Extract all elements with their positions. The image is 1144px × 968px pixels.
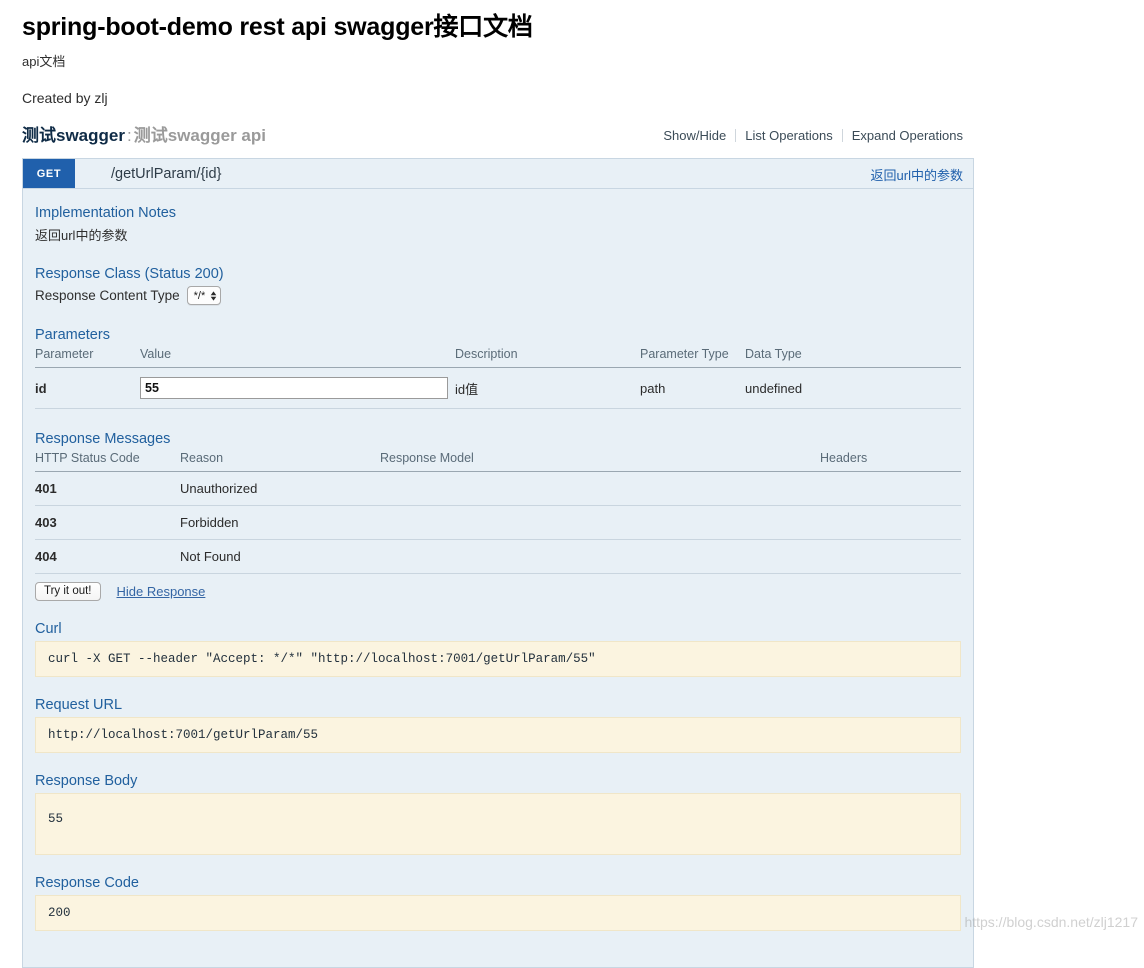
- response-messages-table: HTTP Status Code Reason Response Model H…: [35, 451, 961, 574]
- status-model: [380, 539, 820, 574]
- request-url-title: Request URL: [35, 697, 123, 713]
- operation-body: Implementation Notes 返回url中的参数 Response …: [23, 189, 973, 967]
- operation-header-bar[interactable]: GET /getUrlParam/{id} 返回url中的参数: [23, 159, 973, 189]
- response-content-type-label: Response Content Type: [35, 288, 180, 303]
- th-data-type: Data Type: [745, 347, 961, 368]
- parameters-title: Parameters: [35, 327, 110, 343]
- watermark: https://blog.csdn.net/zlj1217: [964, 914, 1138, 930]
- th-parameter: Parameter: [35, 347, 140, 368]
- response-messages-table-body: 401 Unauthorized 403 Forbidden 404 Not F…: [35, 471, 961, 574]
- curl-command: curl -X GET --header "Accept: */*" "http…: [35, 641, 961, 677]
- operation-block: GET /getUrlParam/{id} 返回url中的参数 Implemen…: [22, 158, 974, 968]
- status-reason: Not Found: [180, 539, 380, 574]
- response-messages-title: Response Messages: [35, 431, 171, 447]
- th-parameter-type: Parameter Type: [640, 347, 745, 368]
- th-value: Value: [140, 347, 455, 368]
- operation-path[interactable]: /getUrlParam/{id}: [75, 166, 221, 182]
- status-headers: [820, 539, 961, 574]
- show-hide-link[interactable]: Show/Hide: [654, 128, 735, 143]
- response-code-title: Response Code: [35, 875, 139, 891]
- resource-header: 测试swagger: 测试swagger api Show/Hide List Op…: [0, 126, 1144, 152]
- parameter-data-type: undefined: [745, 367, 961, 409]
- status-model: [380, 505, 820, 540]
- parameter-type: path: [640, 367, 745, 409]
- table-row: 404 Not Found: [35, 539, 961, 574]
- page-title: spring-boot-demo rest api swagger接口文档: [22, 13, 533, 41]
- resource-separator: :: [126, 125, 132, 145]
- list-operations-link[interactable]: List Operations: [736, 128, 841, 143]
- table-row: 401 Unauthorized: [35, 471, 961, 506]
- status-reason: Forbidden: [180, 505, 380, 540]
- status-headers: [820, 505, 961, 540]
- response-content-type-row: Response Content Type */*: [35, 286, 961, 305]
- implementation-notes-title: Implementation Notes: [35, 205, 177, 221]
- page-header: spring-boot-demo rest api swagger接口文档 ap…: [0, 0, 1144, 106]
- status-code: 403: [35, 505, 180, 540]
- resource-name[interactable]: 测试swagger: [22, 126, 125, 145]
- th-http-status-code: HTTP Status Code: [35, 451, 180, 472]
- status-code: 404: [35, 539, 180, 574]
- table-header-row: HTTP Status Code Reason Response Model H…: [35, 451, 961, 472]
- implementation-notes-text: 返回url中的参数: [35, 228, 128, 243]
- resource-title: 测试swagger: 测试swagger api: [22, 126, 1144, 146]
- th-description: Description: [455, 347, 640, 368]
- status-code: 401: [35, 471, 180, 506]
- resource-subtitle: 测试swagger api: [133, 125, 266, 145]
- status-reason: Unauthorized: [180, 471, 380, 506]
- api-created-by: Created by zlj: [22, 89, 108, 106]
- table-row: id id值 path undefined: [35, 367, 961, 409]
- response-content-type-select[interactable]: */*: [186, 286, 222, 305]
- parameter-description: id值: [455, 367, 640, 409]
- parameters-table-head: Parameter Value Description Parameter Ty…: [35, 347, 961, 368]
- hide-response-link[interactable]: Hide Response: [117, 584, 206, 599]
- try-it-out-button[interactable]: Try it out!: [35, 582, 101, 601]
- parameters-table-body: id id值 path undefined: [35, 367, 961, 409]
- operation-summary[interactable]: 返回url中的参数: [871, 165, 963, 184]
- operation-actions: Try it out! Hide Response: [35, 582, 961, 601]
- status-model: [380, 471, 820, 506]
- parameters-table: Parameter Value Description Parameter Ty…: [35, 347, 961, 409]
- response-content-type-value: */*: [193, 289, 206, 302]
- th-headers: Headers: [820, 451, 961, 472]
- response-messages-table-head: HTTP Status Code Reason Response Model H…: [35, 451, 961, 472]
- resource-options: Show/Hide List Operations Expand Operation…: [654, 128, 972, 143]
- parameter-value-cell: [140, 367, 455, 409]
- th-response-model: Response Model: [380, 451, 820, 472]
- table-row: 403 Forbidden: [35, 505, 961, 540]
- table-header-row: Parameter Value Description Parameter Ty…: [35, 347, 961, 368]
- response-body-title: Response Body: [35, 773, 138, 789]
- curl-title: Curl: [35, 621, 62, 637]
- th-reason: Reason: [180, 451, 380, 472]
- response-code: 200: [35, 895, 961, 931]
- request-url: http://localhost:7001/getUrlParam/55: [35, 717, 961, 753]
- stepper-arrows-icon: [210, 290, 217, 301]
- parameter-name: id: [35, 367, 140, 409]
- expand-operations-link[interactable]: Expand Operations: [843, 128, 972, 143]
- http-method-badge: GET: [23, 159, 75, 188]
- api-description: api文档: [22, 53, 66, 69]
- response-class-title: Response Class (Status 200): [35, 266, 224, 282]
- status-headers: [820, 471, 961, 506]
- parameter-value-input[interactable]: [140, 377, 448, 399]
- response-body: 55: [35, 793, 961, 855]
